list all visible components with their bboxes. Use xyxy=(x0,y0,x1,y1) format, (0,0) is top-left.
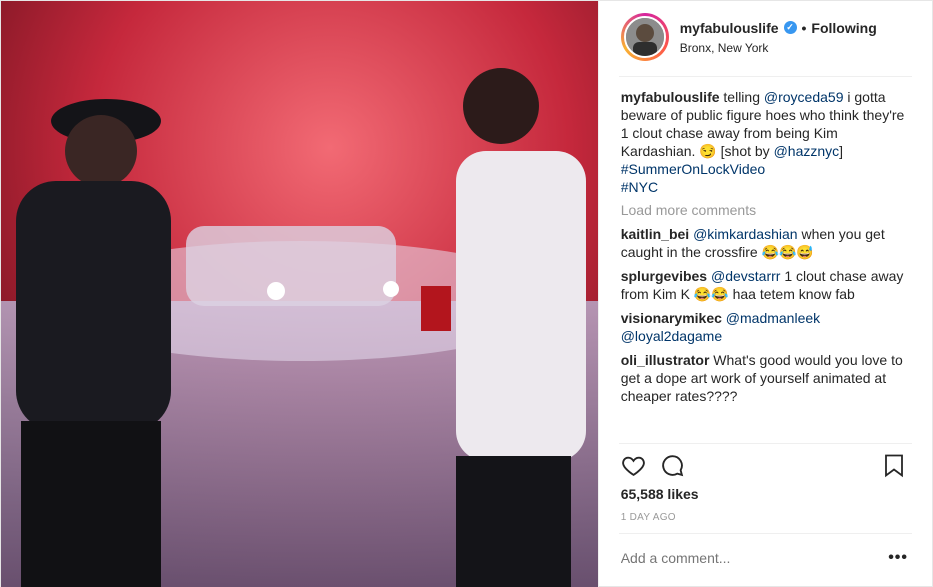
list-item: splurgevibes @devstarrr 1 clout chase aw… xyxy=(621,267,913,303)
comment-username[interactable]: visionarymikec xyxy=(621,310,722,326)
heart-icon[interactable] xyxy=(621,453,646,478)
caption-hashtag[interactable]: #NYC xyxy=(621,179,658,195)
caption-mention[interactable]: @hazznyc xyxy=(774,143,840,159)
caption-text: telling xyxy=(723,89,760,105)
post-username[interactable]: myfabulouslife xyxy=(680,20,779,36)
post-actions xyxy=(621,453,685,478)
more-options-icon[interactable]: ••• xyxy=(888,549,908,567)
comments-divider xyxy=(618,443,912,444)
separator-dot: • xyxy=(801,19,807,36)
header-divider xyxy=(618,76,912,77)
comment-icon[interactable] xyxy=(660,453,685,478)
add-comment-input[interactable] xyxy=(620,548,881,568)
comment-username[interactable]: kaitlin_bei xyxy=(621,226,689,242)
load-more-comments-button[interactable]: Load more comments xyxy=(621,201,913,219)
comment-username[interactable]: oli_illustrator xyxy=(621,352,710,368)
comment-mention[interactable]: @loyal2dagame xyxy=(621,328,722,344)
post-header: myfabulouslife ✓ • Following Bronx, New … xyxy=(599,1,933,73)
instagram-post: myfabulouslife ✓ • Following Bronx, New … xyxy=(0,0,933,587)
add-comment-divider xyxy=(618,533,912,534)
post-photo[interactable] xyxy=(1,1,598,587)
comment-username[interactable]: splurgevibes xyxy=(621,268,707,284)
post-timestamp[interactable]: 1 DAY AGO xyxy=(621,512,676,523)
comments-list[interactable]: myfabulouslife telling @royceda59 i gott… xyxy=(621,88,913,446)
list-item: kaitlin_bei @kimkardashian when you get … xyxy=(621,225,913,261)
following-button[interactable]: Following xyxy=(811,20,876,36)
avatar[interactable] xyxy=(623,16,666,58)
list-item: oli_illustrator What's good would you lo… xyxy=(621,351,913,405)
verified-badge-icon: ✓ xyxy=(783,21,797,34)
caption-text: ] xyxy=(839,143,844,159)
comment-mention[interactable]: @kimkardashian xyxy=(693,226,797,242)
caption-username[interactable]: myfabulouslife xyxy=(621,89,720,105)
avatar-image xyxy=(625,18,664,56)
caption: myfabulouslife telling @royceda59 i gott… xyxy=(621,88,913,196)
comment-mention[interactable]: @devstarrr xyxy=(711,268,780,284)
caption-mention[interactable]: @royceda59 xyxy=(764,89,844,105)
bookmark-icon[interactable] xyxy=(883,453,908,478)
likes-count[interactable]: 65,588 likes xyxy=(621,486,699,502)
post-side-panel: myfabulouslife ✓ • Following Bronx, New … xyxy=(597,1,933,587)
post-location[interactable]: Bronx, New York xyxy=(680,41,877,55)
caption-hashtag[interactable]: #SummerOnLockVideo xyxy=(621,161,765,177)
list-item: visionarymikec @madmanleek @loyal2dagame xyxy=(621,309,913,345)
photo-image xyxy=(1,1,598,587)
story-ring[interactable] xyxy=(620,13,669,61)
comment-mention[interactable]: @madmanleek xyxy=(726,310,820,326)
